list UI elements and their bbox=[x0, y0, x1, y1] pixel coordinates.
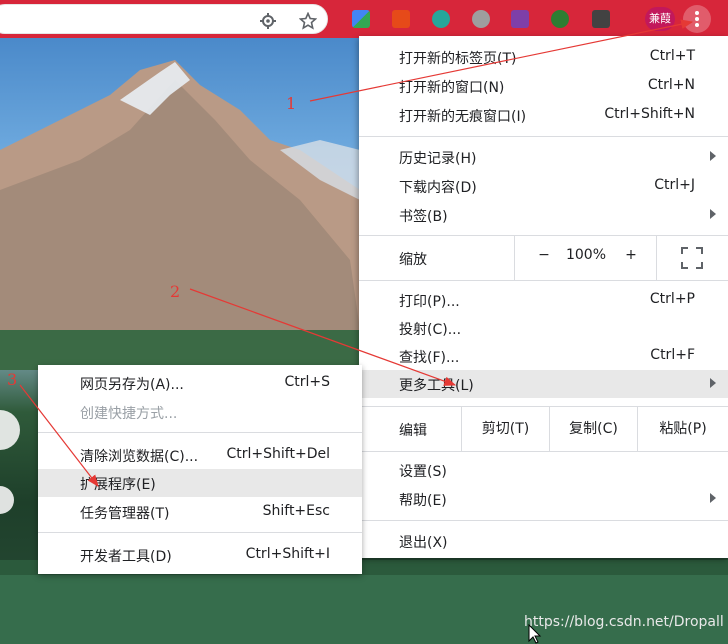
m-extension-icon[interactable] bbox=[432, 10, 450, 28]
browser-toolbar: 兼葭 bbox=[0, 0, 728, 38]
submenu-item-task-manager[interactable]: 任务管理器(T) Shift+Esc bbox=[38, 498, 362, 526]
edit-label: 编辑 bbox=[399, 423, 427, 439]
submenu-item-save-page[interactable]: 网页另存为(A)... Ctrl+S bbox=[38, 369, 362, 397]
menu-divider bbox=[359, 451, 728, 452]
location-icon[interactable] bbox=[259, 12, 277, 30]
zoom-row: 缩放 − 100% + bbox=[359, 236, 728, 280]
more-tools-submenu: 网页另存为(A)... Ctrl+S 创建快捷方式... 清除浏览数据(C)..… bbox=[38, 365, 362, 574]
submenu-item-create-shortcut: 创建快捷方式... bbox=[80, 406, 178, 422]
chrome-menu-button[interactable] bbox=[683, 5, 711, 33]
menu-item-more-tools[interactable]: 更多工具(L) bbox=[359, 370, 728, 398]
annotation-number-1: 1 bbox=[286, 94, 297, 113]
menu-divider bbox=[38, 532, 362, 533]
paste-button[interactable]: 粘贴(P) bbox=[637, 407, 728, 451]
menu-divider bbox=[359, 520, 728, 521]
menu-item-bookmarks[interactable]: 书签(B) bbox=[359, 201, 728, 229]
menu-item-cast[interactable]: 投射(C)... bbox=[359, 314, 728, 342]
star-icon[interactable] bbox=[299, 12, 317, 30]
submenu-item-clear-data[interactable]: 清除浏览数据(C)... Ctrl+Shift+Del bbox=[38, 441, 362, 469]
menu-divider bbox=[38, 432, 362, 433]
submenu-arrow-icon bbox=[710, 209, 716, 219]
submenu-arrow-icon bbox=[710, 378, 716, 388]
onenote-icon[interactable] bbox=[511, 10, 529, 28]
zoom-in-button[interactable]: + bbox=[621, 247, 641, 263]
zoom-out-button[interactable]: − bbox=[534, 247, 554, 263]
zoom-level: 100% bbox=[565, 247, 607, 263]
globe-extension-icon[interactable] bbox=[551, 10, 569, 28]
cut-button[interactable]: 剪切(T) bbox=[461, 407, 549, 451]
menu-item-new-window[interactable]: 打开新的窗口(N) Ctrl+N bbox=[359, 72, 728, 100]
menu-item-settings[interactable]: 设置(S) bbox=[359, 456, 728, 484]
menu-item-exit[interactable]: 退出(X) bbox=[359, 527, 728, 555]
menu-item-help[interactable]: 帮助(E) bbox=[359, 485, 728, 513]
menu-item-history[interactable]: 历史记录(H) bbox=[359, 143, 728, 171]
submenu-item-dev-tools[interactable]: 开发者工具(D) Ctrl+Shift+I bbox=[38, 541, 362, 569]
satellite-icon[interactable] bbox=[472, 10, 490, 28]
annotation-number-3: 3 bbox=[7, 370, 18, 389]
menu-item-print[interactable]: 打印(P)... Ctrl+P bbox=[359, 286, 728, 314]
menu-divider bbox=[359, 136, 728, 137]
mouse-cursor-icon bbox=[528, 624, 542, 644]
menu-item-find[interactable]: 查找(F)... Ctrl+F bbox=[359, 342, 728, 370]
menu-item-new-tab[interactable]: 打开新的标签页(T) Ctrl+T bbox=[359, 43, 728, 71]
submenu-arrow-icon bbox=[710, 493, 716, 503]
copy-button[interactable]: 复制(C) bbox=[549, 407, 637, 451]
profile-avatar[interactable]: 兼葭 bbox=[645, 7, 675, 31]
fullscreen-icon[interactable] bbox=[681, 247, 703, 269]
menu-divider bbox=[359, 280, 728, 281]
three-dots-vertical-icon bbox=[695, 11, 699, 27]
menu-item-downloads[interactable]: 下载内容(D) Ctrl+J bbox=[359, 172, 728, 200]
submenu-arrow-icon bbox=[710, 151, 716, 161]
annotation-number-2: 2 bbox=[170, 282, 181, 301]
edit-row: 编辑 剪切(T) 复制(C) 粘贴(P) bbox=[359, 407, 728, 451]
menu-item-incognito[interactable]: 打开新的无痕窗口(I) Ctrl+Shift+N bbox=[359, 101, 728, 129]
chrome-main-menu: 打开新的标签页(T) Ctrl+T 打开新的窗口(N) Ctrl+N 打开新的无… bbox=[359, 36, 728, 558]
watermark: https://blog.csdn.net/Dropall bbox=[524, 614, 724, 630]
submenu-item-extensions[interactable]: 扩展程序(E) bbox=[38, 469, 362, 497]
address-bar[interactable] bbox=[0, 4, 328, 34]
office-icon[interactable] bbox=[392, 10, 410, 28]
x-extension-icon[interactable] bbox=[592, 10, 610, 28]
google-translate-icon[interactable] bbox=[352, 10, 370, 28]
zoom-label: 缩放 bbox=[399, 252, 427, 268]
